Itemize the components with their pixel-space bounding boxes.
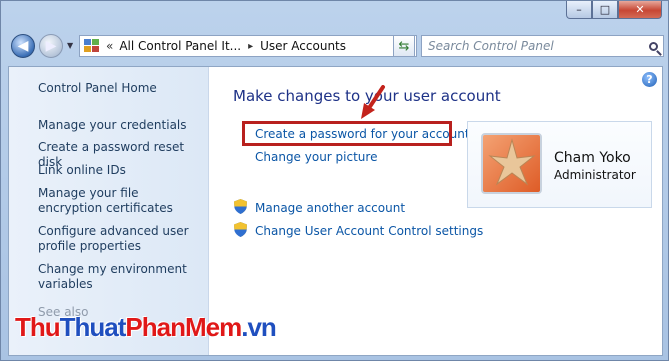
minimize-button[interactable]: –: [566, 1, 592, 19]
search-placeholder: Search Control Panel: [428, 39, 554, 53]
breadcrumb-user-accounts[interactable]: User Accounts: [260, 39, 346, 53]
recent-pages-chevron-down-icon[interactable]: ▼: [67, 41, 73, 50]
search-icon[interactable]: [649, 41, 658, 51]
main-panel: ? Make changes to your user account Crea…: [210, 67, 662, 355]
window: – □ ✕ ◀ ▶ ▼ « All Control Panel It... ▸ …: [0, 0, 669, 361]
close-button[interactable]: ✕: [618, 1, 662, 19]
search-input[interactable]: Search Control Panel: [421, 35, 664, 57]
manage-another-account-link[interactable]: Manage another account: [255, 201, 405, 215]
uac-shield-icon: [234, 199, 247, 214]
back-button[interactable]: ◀: [11, 34, 35, 58]
highlight-box: [242, 121, 452, 146]
watermark-part-1: Thu: [15, 312, 61, 342]
user-account-card: Cham Yoko Administrator: [467, 121, 652, 208]
starfish-picture-icon: [488, 138, 536, 186]
sidebar-item-control-panel-home[interactable]: Control Panel Home: [38, 81, 203, 96]
sidebar-item-file-encryption[interactable]: Manage your file encryption certificates: [38, 186, 203, 216]
user-role: Administrator: [554, 168, 636, 182]
uac-settings-link[interactable]: Change User Account Control settings: [255, 224, 483, 238]
watermark-part-3: PhanMem: [125, 312, 242, 342]
user-name: Cham Yoko: [554, 150, 631, 166]
forward-arrow-icon: ▶: [45, 38, 57, 54]
address-overflow-chevron[interactable]: «: [106, 39, 113, 53]
refresh-button[interactable]: ⇆: [393, 35, 415, 57]
help-icon[interactable]: ?: [642, 72, 657, 87]
avatar[interactable]: [481, 133, 542, 194]
caption-buttons: – □ ✕: [566, 1, 662, 19]
back-arrow-icon: ◀: [17, 38, 29, 54]
sidebar-item-link-online-ids[interactable]: Link online IDs: [38, 163, 203, 178]
maximize-button[interactable]: □: [592, 1, 618, 19]
uac-shield-icon: [234, 222, 247, 237]
breadcrumb-separator-icon[interactable]: ▸: [248, 41, 253, 52]
sidebar-item-advanced-profile[interactable]: Configure advanced user profile properti…: [38, 224, 203, 254]
watermark-part-4: .vn: [241, 312, 277, 342]
watermark-part-2: Thuat: [59, 312, 127, 342]
watermark-logo: ThuThuatPhanMem.vn: [15, 312, 277, 343]
red-arrow-icon: [361, 85, 385, 119]
address-bar[interactable]: « All Control Panel It... ▸ User Account…: [79, 35, 417, 57]
change-picture-link[interactable]: Change your picture: [255, 150, 377, 164]
sidebar-item-manage-credentials[interactable]: Manage your credentials: [38, 118, 203, 133]
refresh-icon: ⇆: [398, 38, 410, 54]
navigation-bar: ◀ ▶ ▼ « All Control Panel It... ▸ User A…: [7, 31, 664, 63]
forward-button[interactable]: ▶: [39, 34, 63, 58]
sidebar-item-environment-variables[interactable]: Change my environment variables: [38, 262, 203, 292]
breadcrumb-all-control-panel[interactable]: All Control Panel It...: [119, 39, 241, 53]
control-panel-icon: [84, 39, 100, 53]
